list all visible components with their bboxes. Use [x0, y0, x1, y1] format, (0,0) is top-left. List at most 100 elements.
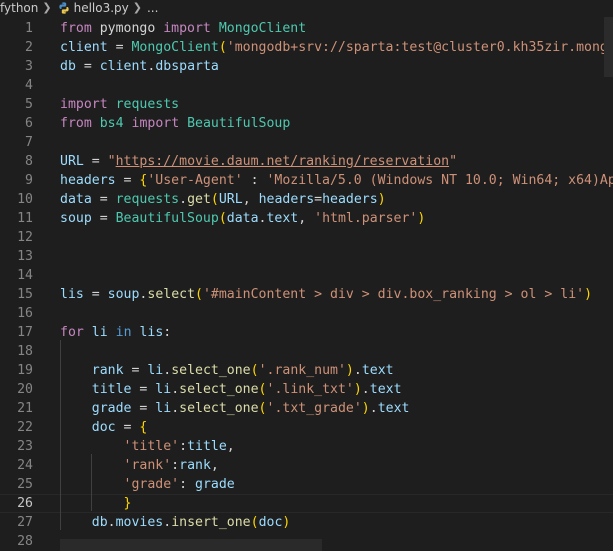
code-line[interactable]: 20 title = li.select_one('.link_txt').te… — [0, 380, 613, 399]
code-line[interactable]: 12 — [0, 228, 613, 247]
code-token: in — [115, 325, 132, 340]
code-token: = — [83, 154, 108, 169]
chevron-right-icon: ❯ — [132, 1, 142, 14]
code-token: text — [377, 401, 410, 416]
code-line[interactable]: 11 soup = BeautifulSoup(data.text, 'html.… — [0, 209, 613, 228]
code-token: grade — [195, 477, 235, 492]
breadcrumb-symbols[interactable]: ... — [147, 0, 158, 16]
code-token: 'User-Agent' — [147, 173, 243, 188]
code-token: title — [187, 439, 227, 454]
code-editor[interactable]: 1 from pymongo import MongoClient 2 client … — [0, 17, 613, 551]
code-token: data — [60, 192, 92, 207]
line-number: 14 — [17, 268, 33, 283]
code-text: grade = li.select_one('.txt_grade').text — [60, 399, 410, 418]
code-text: soup = BeautifulSoup(data.text, 'html.pa… — [60, 209, 425, 228]
code-line[interactable]: 13 — [0, 247, 613, 266]
overview-ruler[interactable] — [604, 17, 613, 77]
code-token: ( — [195, 287, 203, 302]
code-token: text — [369, 382, 402, 397]
line-number: 11 — [17, 211, 33, 226]
code-token: for — [60, 325, 84, 340]
code-token: 'rank' — [123, 458, 172, 473]
code-token: client — [60, 40, 108, 55]
code-line[interactable]: 21 grade = li.select_one('.txt_grade').t… — [0, 399, 613, 418]
code-token: from — [60, 21, 92, 36]
code-line[interactable]: 5 import requests — [0, 95, 613, 114]
code-line[interactable]: 18 — [0, 342, 613, 361]
code-token: from — [60, 116, 92, 131]
line-number: 25 — [17, 477, 33, 492]
breadcrumb-file[interactable]: hello3.py — [74, 0, 129, 16]
code-token: = — [91, 211, 116, 226]
code-token: lis — [60, 287, 84, 302]
code-line[interactable]: 14 — [0, 266, 613, 285]
code-token: ( — [218, 40, 227, 55]
code-text: lis = soup.select('#mainContent > div > … — [60, 285, 592, 304]
code-line[interactable]: 19 rank = li.select_one('.rank_num').tex… — [0, 361, 613, 380]
code-line[interactable]: 9 headers = {'User-Agent' : 'Mozilla/5.0 … — [0, 171, 613, 190]
code-token: BeautifulSoup — [115, 211, 219, 226]
line-number: 6 — [25, 116, 33, 131]
code-token: ( — [258, 401, 267, 416]
code-line[interactable]: 27 db.movies.insert_one(doc) — [0, 513, 613, 532]
line-number: 7 — [25, 135, 33, 150]
code-token: , — [226, 439, 235, 454]
code-line[interactable]: 3 db = client.dbsparta — [0, 57, 613, 76]
code-line[interactable]: 7 — [0, 133, 613, 152]
line-number: 3 — [25, 59, 33, 74]
code-token: = — [115, 420, 140, 435]
code-token: : — [163, 325, 172, 340]
code-line[interactable]: 1 from pymongo import MongoClient — [0, 19, 613, 38]
code-line[interactable]: 22 doc = { — [0, 418, 613, 437]
code-token: . — [179, 192, 188, 207]
code-token: title — [91, 382, 132, 397]
code-line[interactable]: 15 lis = soup.select('#mainContent > div … — [0, 285, 613, 304]
code-line[interactable]: 26 } — [0, 494, 613, 513]
code-token: requests — [115, 192, 180, 207]
code-line[interactable]: 10 data = requests.get(URL, headers=heade… — [0, 190, 613, 209]
code-line[interactable]: 25 'grade': grade — [0, 475, 613, 494]
code-token: ) — [345, 363, 354, 378]
code-token: ) — [282, 515, 291, 530]
code-text: } — [60, 494, 132, 513]
code-text: client = MongoClient('mongodb+srv://spar… — [60, 38, 613, 57]
code-token: headers — [322, 192, 378, 207]
code-line[interactable]: 24 'rank':rank, — [0, 456, 613, 475]
code-token: grade — [91, 401, 132, 416]
code-line[interactable]: 4 — [0, 76, 613, 95]
code-token: = — [83, 287, 108, 302]
code-text: from bs4 import BeautifulSoup — [60, 114, 290, 133]
code-token: , — [242, 192, 259, 207]
code-text: title = li.select_one('.link_txt').text — [60, 380, 402, 399]
code-text: 'title':title, — [60, 437, 235, 456]
code-token: ( — [210, 192, 219, 207]
code-token: MongoClient — [218, 21, 307, 36]
code-token: = — [91, 192, 116, 207]
line-number: 13 — [17, 249, 33, 264]
breadcrumb: fython ❯ hello3.py ❯ ... — [0, 0, 613, 16]
code-token: 'mongodb+srv://sparta:test@cluster0.kh35… — [226, 40, 613, 55]
code-token: select_one — [179, 382, 259, 397]
code-line[interactable]: 8 URL = "https://movie.daum.net/ranking/r… — [0, 152, 613, 171]
code-line[interactable]: 16 — [0, 304, 613, 323]
code-token: " — [107, 154, 116, 169]
code-line[interactable]: 23 'title':title, — [0, 437, 613, 456]
code-token: = — [314, 192, 323, 207]
breadcrumb-folder[interactable]: fython — [0, 0, 38, 16]
code-line[interactable]: 17 for li in lis: — [0, 323, 613, 342]
code-line[interactable]: 6 from bs4 import BeautifulSoup — [0, 114, 613, 133]
code-text: db = client.dbsparta — [60, 57, 219, 76]
code-token: get — [187, 192, 211, 207]
code-token: 'Mozilla/5.0 (Windows NT 10.0; Win64; x6… — [266, 173, 613, 188]
code-line[interactable]: 2 client = MongoClient('mongodb+srv://spa… — [0, 38, 613, 57]
code-token: li — [155, 382, 172, 397]
line-number: 21 — [17, 401, 33, 416]
code-text: data = requests.get(URL, headers=headers… — [60, 190, 386, 209]
code-text: 'rank':rank, — [60, 456, 219, 475]
